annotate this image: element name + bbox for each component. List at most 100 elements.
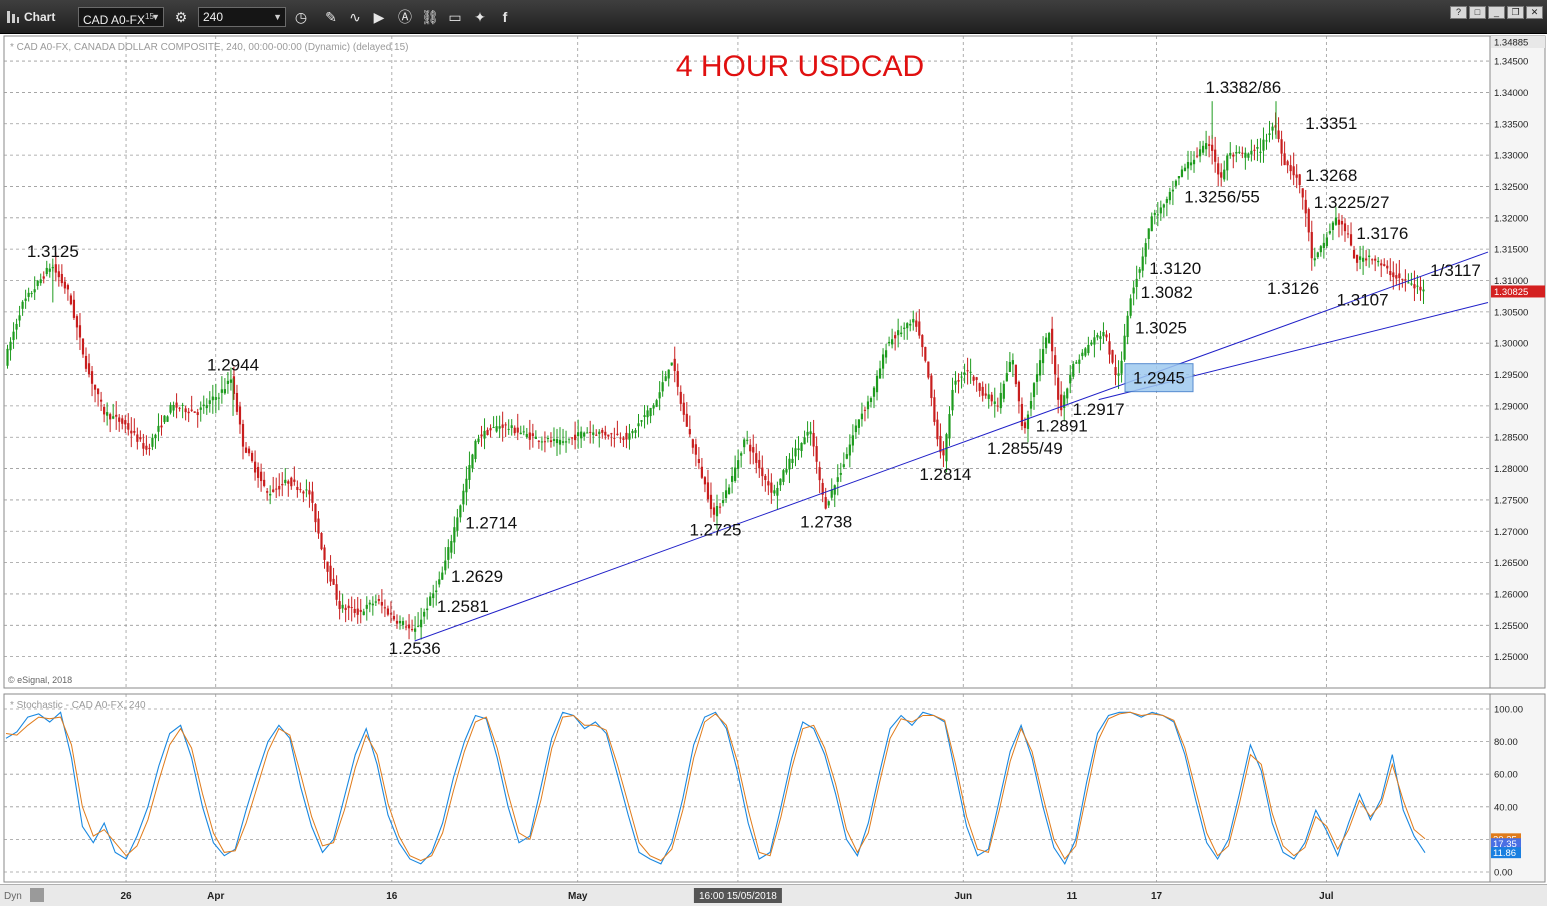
candle-body bbox=[341, 604, 344, 609]
time-tick-label: Jul bbox=[1319, 891, 1334, 902]
cursor-wave-icon[interactable]: ∿ bbox=[346, 8, 364, 26]
candle-body bbox=[794, 448, 797, 457]
candle-body bbox=[1313, 258, 1316, 261]
candle-body bbox=[1096, 335, 1099, 338]
price-annotation: 1.3082 bbox=[1141, 283, 1193, 302]
time-axis-bar[interactable]: Dyn 26 Apr 16 May 16:00 15/05/2018 Jun 11 17 Jul bbox=[0, 884, 1547, 906]
candle-body bbox=[598, 431, 601, 435]
alert-icon[interactable]: Ⓐ bbox=[396, 8, 414, 26]
candle-body bbox=[24, 298, 27, 301]
candle-body bbox=[987, 394, 990, 399]
candle-body bbox=[1229, 152, 1232, 156]
candle-body bbox=[679, 391, 682, 404]
price-annotation: 1.2917 bbox=[1073, 400, 1125, 419]
candle-body bbox=[1235, 151, 1238, 154]
facebook-icon[interactable]: f bbox=[496, 8, 514, 26]
candle-body bbox=[1386, 265, 1389, 269]
clock-icon[interactable]: ◷ bbox=[292, 8, 310, 26]
candle-body bbox=[954, 380, 957, 385]
candle-body bbox=[253, 461, 257, 473]
candle-body bbox=[238, 406, 242, 425]
price-tick-label: 1.29000 bbox=[1494, 401, 1528, 412]
candle-body bbox=[299, 489, 302, 491]
candle-body bbox=[305, 489, 308, 491]
candle-body bbox=[269, 493, 272, 496]
candle-body bbox=[435, 590, 438, 593]
restore-button[interactable]: □ bbox=[1469, 6, 1486, 19]
candle-body bbox=[163, 415, 166, 423]
candle-body bbox=[272, 489, 275, 492]
pencil-icon[interactable]: ✎ bbox=[322, 8, 340, 26]
candle-body bbox=[504, 424, 507, 426]
link-icon[interactable]: ⛓ bbox=[421, 8, 439, 26]
candle-body bbox=[924, 346, 927, 361]
candle-body bbox=[1048, 332, 1051, 344]
candle-body bbox=[1069, 374, 1072, 384]
candle-body bbox=[169, 404, 172, 413]
candle-body bbox=[1340, 221, 1344, 225]
candle-body bbox=[516, 427, 519, 433]
maximize-button[interactable]: ❐ bbox=[1507, 6, 1524, 19]
candle-body bbox=[356, 608, 359, 615]
candle-body bbox=[18, 315, 21, 321]
candle-body bbox=[338, 601, 341, 610]
candle-body bbox=[1346, 233, 1350, 235]
candle-body bbox=[1389, 271, 1392, 276]
candle-body bbox=[881, 354, 885, 369]
candle-body bbox=[969, 371, 972, 373]
candle-body bbox=[193, 411, 196, 413]
candle-body bbox=[1355, 254, 1359, 263]
candle-body bbox=[727, 487, 731, 495]
candle-body bbox=[909, 323, 912, 326]
candle-body bbox=[1265, 140, 1268, 142]
candle-body bbox=[972, 376, 975, 381]
candle-body bbox=[151, 437, 154, 447]
candle-body bbox=[205, 405, 208, 409]
minimize-button[interactable]: _ bbox=[1488, 6, 1505, 19]
symbol-input[interactable]: CAD A0-FX15 ▼ bbox=[78, 7, 164, 27]
candle-body bbox=[247, 448, 251, 454]
comment-icon[interactable]: ▭ bbox=[446, 8, 464, 26]
price-annotation: 1.2814 bbox=[919, 465, 971, 484]
candle-body bbox=[743, 439, 746, 448]
candle-body bbox=[740, 453, 743, 456]
candle-body bbox=[555, 439, 559, 444]
candle-body bbox=[809, 431, 812, 435]
candle-body bbox=[574, 434, 577, 441]
play-icon[interactable]: ▶ bbox=[370, 8, 388, 26]
price-tick-label: 1.29500 bbox=[1494, 370, 1528, 381]
candle-body bbox=[160, 425, 163, 428]
candle-body bbox=[9, 341, 12, 351]
candle-body bbox=[489, 428, 492, 431]
candle-body bbox=[1057, 377, 1060, 400]
settings-gear-icon[interactable]: ⚙ bbox=[172, 8, 190, 26]
candle-body bbox=[1404, 279, 1407, 281]
candle-body bbox=[1093, 337, 1096, 345]
candle-body bbox=[640, 420, 643, 422]
candle-body bbox=[613, 437, 616, 439]
candle-body bbox=[712, 507, 716, 515]
candle-body bbox=[1307, 209, 1310, 233]
candle-body bbox=[1144, 243, 1147, 257]
candle-body bbox=[350, 607, 353, 609]
twitter-icon[interactable]: ✦ bbox=[471, 8, 489, 26]
candle-body bbox=[501, 424, 504, 428]
candle-body bbox=[1020, 403, 1024, 427]
candle-body bbox=[263, 479, 266, 486]
candle-body bbox=[643, 415, 646, 417]
close-button[interactable]: ✕ bbox=[1526, 6, 1543, 19]
candle-body bbox=[1325, 237, 1328, 246]
candle-body bbox=[990, 394, 993, 402]
candle-body bbox=[694, 444, 697, 455]
candle-body bbox=[374, 601, 377, 603]
candle-body bbox=[401, 621, 405, 625]
candle-body bbox=[202, 404, 205, 406]
lock-icon[interactable] bbox=[30, 888, 44, 902]
interval-input[interactable]: 240 ▼ bbox=[198, 7, 286, 27]
stochastic-info-line: * Stochastic - CAD A0-FX, 240 bbox=[10, 700, 146, 711]
price-chart-svg[interactable]: 1.25000 1.25500 1.26000 1.26500 1.27000 1.275… bbox=[0, 34, 1547, 884]
price-annotation: 1.2944 bbox=[207, 355, 259, 374]
candle-body bbox=[166, 416, 169, 422]
candle-body bbox=[936, 419, 939, 440]
help-button[interactable]: ? bbox=[1450, 6, 1467, 19]
